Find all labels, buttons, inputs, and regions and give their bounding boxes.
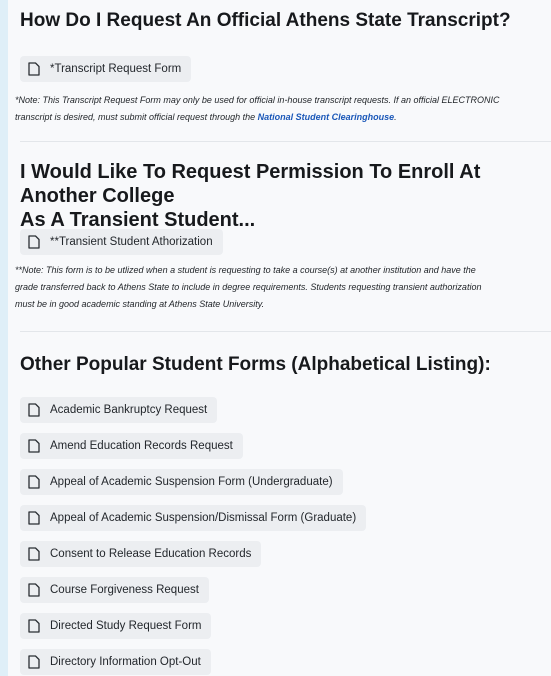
form-link[interactable]: Directory Information Opt-Out [20,649,211,675]
document-icon [28,511,40,525]
form-link[interactable]: Appeal of Academic Suspension/Dismissal … [20,505,367,531]
transient-note-line3: must be in good academic standing at Ath… [15,299,265,309]
popular-forms-heading: Other Popular Student Forms (Alphabetica… [20,354,491,375]
transcript-note-line1: *Note: This Transcript Request Form may … [15,95,500,105]
form-link-label: Appeal of Academic Suspension/Dismissal … [50,512,357,524]
form-link-label: Appeal of Academic Suspension Form (Unde… [50,476,333,488]
form-link-label: Academic Bankruptcy Request [50,404,208,416]
form-link[interactable]: Amend Education Records Request [20,433,243,459]
document-icon [28,655,40,669]
form-link-label: Amend Education Records Request [50,440,233,452]
transient-note: **Note: This form is to be utlized when … [15,262,481,313]
form-link[interactable]: Consent to Release Education Records [20,541,262,567]
transcript-note-line2: transcript is desired, must submit offic… [15,109,500,126]
form-link-label: Consent to Release Education Records [50,548,252,560]
transcript-note-end: . [394,112,397,122]
transcript-request-form-link[interactable]: *Transcript Request Form [20,56,192,82]
document-icon [28,62,40,76]
section-divider [20,141,551,142]
section-divider [20,331,551,332]
transient-heading-line1: I Would Like To Request Permission To En… [20,161,481,207]
transient-student-authorization-link[interactable]: **Transient Student Athorization [20,229,223,255]
page: How Do I Request An Official Athens Stat… [0,0,551,676]
transcript-request-form-label: *Transcript Request Form [50,63,182,75]
transcript-note-text: transcript is desired, must submit offic… [15,112,258,122]
transient-student-authorization-label: **Transient Student Athorization [50,236,213,248]
form-link-label: Directory Information Opt-Out [50,656,201,668]
transcript-note: *Note: This Transcript Request Form may … [15,92,500,126]
transcript-heading: How Do I Request An Official Athens Stat… [20,10,511,31]
transient-note-line1: **Note: This form is to be utlized when … [15,265,476,275]
form-link[interactable]: Appeal of Academic Suspension Form (Unde… [20,469,343,495]
form-link[interactable]: Academic Bankruptcy Request [20,397,218,423]
form-link[interactable]: Course Forgiveness Request [20,577,209,603]
document-icon [28,403,40,417]
document-icon [28,547,40,561]
transient-note-line2: grade transferred back to Athens State t… [15,282,482,292]
form-link-label: Course Forgiveness Request [50,584,199,596]
document-icon [28,475,40,489]
transient-heading: I Would Like To Request Permission To En… [20,160,551,232]
document-icon [28,619,40,633]
national-student-clearinghouse-link[interactable]: National Student Clearinghouse [258,112,395,122]
document-icon [28,235,40,249]
document-icon [28,583,40,597]
form-link[interactable]: Directed Study Request Form [20,613,212,639]
document-icon [28,439,40,453]
form-link-label: Directed Study Request Form [50,620,202,632]
